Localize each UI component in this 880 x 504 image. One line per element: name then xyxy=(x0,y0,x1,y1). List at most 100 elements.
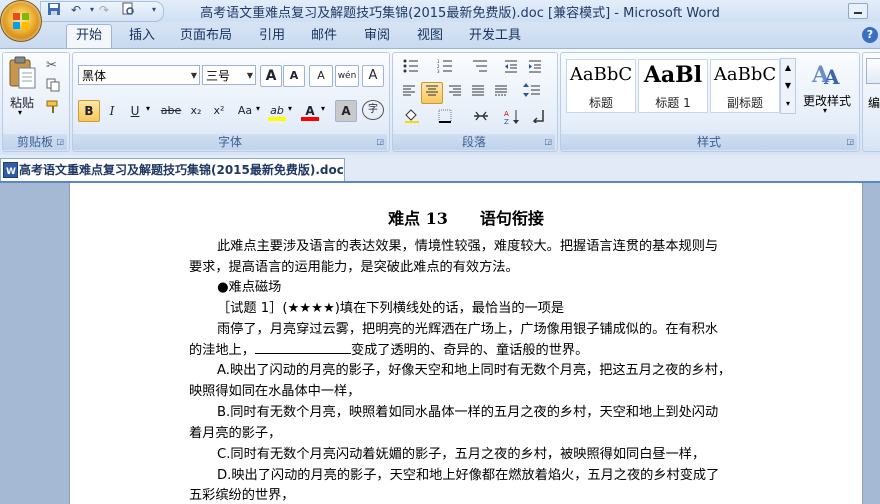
print-preview-icon[interactable] xyxy=(120,2,136,18)
enclose-characters-label: 字 xyxy=(368,104,378,115)
grow-font-button[interactable]: A xyxy=(260,65,282,87)
highlight-dropdown-icon[interactable]: ▾ xyxy=(288,104,292,113)
highlight-button[interactable]: ab xyxy=(265,100,289,122)
bullets-icon xyxy=(403,59,418,73)
distributed-button[interactable] xyxy=(490,82,512,104)
paint-bucket-icon xyxy=(405,109,419,123)
line-spacing-button[interactable] xyxy=(516,82,548,104)
clear-formatting-label: A xyxy=(317,69,325,82)
phonetic-guide-button[interactable]: wén xyxy=(335,65,359,87)
font-size-combo[interactable]: 三号 ▼ xyxy=(202,65,256,85)
style-name: 副标题 xyxy=(726,96,763,110)
character-shading-button[interactable]: A xyxy=(335,100,357,122)
borders-button[interactable] xyxy=(430,108,460,130)
format-painter-icon[interactable] xyxy=(46,100,60,114)
dialog-launcher-icon[interactable]: ◲ xyxy=(376,134,384,150)
help-icon[interactable]: ? xyxy=(862,27,878,43)
customize-toolbar-icon[interactable]: ▾ xyxy=(146,2,162,18)
dialog-launcher-icon[interactable]: ◲ xyxy=(56,134,64,150)
tab-references[interactable]: 引用 xyxy=(250,26,294,46)
change-case-dropdown-icon[interactable]: ▾ xyxy=(256,104,260,113)
style-name: 标题 xyxy=(588,96,613,110)
character-border-label: A xyxy=(368,68,378,83)
style-tile-heading-1[interactable]: AaBl 标题 1 xyxy=(638,59,708,113)
undo-icon[interactable]: ↶ xyxy=(68,2,84,18)
change-styles-button[interactable]: A A 更改样式 ▾ xyxy=(798,56,856,116)
superscript-button[interactable]: x² xyxy=(208,100,230,122)
chinese-layout-button[interactable] xyxy=(466,108,496,130)
underline-dropdown-icon[interactable]: ▾ xyxy=(146,104,150,113)
superscript-label: x² xyxy=(213,104,225,117)
align-left-button[interactable] xyxy=(398,82,420,104)
minimize-button[interactable] xyxy=(848,3,868,19)
font-name-combo[interactable]: 黑体 ▼ xyxy=(78,65,200,85)
increase-indent-button[interactable] xyxy=(524,58,546,80)
redo-icon[interactable]: ↷ xyxy=(96,2,112,18)
tab-page-layout[interactable]: 页面布局 xyxy=(176,26,236,46)
editing-label[interactable]: 编 xyxy=(868,94,880,111)
paste-button[interactable]: 粘贴 ▾ xyxy=(6,56,38,117)
underline-button[interactable]: U xyxy=(124,100,146,122)
underline-label: U xyxy=(130,104,140,118)
decrease-indent-button[interactable] xyxy=(500,58,522,80)
bullets-button[interactable] xyxy=(398,58,424,80)
paragraph-label-text: 段落 xyxy=(461,135,486,149)
font-color-button[interactable]: A xyxy=(298,100,322,122)
distributed-icon xyxy=(495,85,507,96)
tab-insert[interactable]: 插入 xyxy=(120,26,164,46)
shrink-font-button[interactable]: A xyxy=(283,65,305,87)
save-icon[interactable] xyxy=(46,2,62,18)
more-styles-icon[interactable]: ▾ xyxy=(781,95,795,112)
clipboard-group-label: 剪贴板 ◲ xyxy=(3,134,67,150)
scroll-up-icon[interactable]: ▲ xyxy=(781,59,795,76)
tab-review[interactable]: 审阅 xyxy=(355,26,399,46)
font-label-text: 字体 xyxy=(217,135,242,149)
paragraph-line-with-blank: 的洼地上， 变成了透明的、奇异的、童话般的世界。 xyxy=(189,341,749,361)
document-page[interactable]: 难点 13 语句衔接 此难点主要涉及语言的表达效果，情境性较强，难度较大。把握语… xyxy=(69,183,863,504)
change-case-button[interactable]: Aa xyxy=(232,100,258,122)
chinese-layout-icon xyxy=(474,111,488,121)
numbering-icon: 123 xyxy=(437,59,452,74)
strikethrough-button[interactable]: abe xyxy=(158,100,184,122)
align-right-button[interactable] xyxy=(444,82,466,104)
italic-button[interactable]: I xyxy=(101,100,123,122)
character-shading-label: A xyxy=(341,104,351,118)
tab-home[interactable]: 开始 xyxy=(66,24,112,49)
font-color-label: A xyxy=(305,104,315,118)
paragraph-line: 此难点主要涉及语言的表达效果，情境性较强，难度较大。把握语言连贯的基本规则与 xyxy=(217,239,719,254)
dialog-launcher-icon[interactable]: ◲ xyxy=(846,134,854,150)
multilevel-list-button[interactable] xyxy=(466,58,494,80)
enclose-characters-button[interactable]: 字 xyxy=(362,100,384,120)
find-icon[interactable] xyxy=(866,58,880,84)
style-tile-title[interactable]: AaBbC 标题 xyxy=(566,59,636,113)
window-title: 高考语文重难点复习及解题技巧集锦(2015最新免费版).doc [兼容模式] -… xyxy=(200,6,720,21)
shading-button[interactable] xyxy=(398,108,426,130)
styles-scroll: ▲ ▼ ▾ xyxy=(780,58,796,114)
justify-button[interactable] xyxy=(467,82,489,104)
tab-view[interactable]: 视图 xyxy=(408,26,452,46)
sort-button[interactable]: AZ xyxy=(500,108,524,130)
paragraph-line: ［试题 1］(★★★★)填在下列横线处的话，最恰当的一项是 xyxy=(217,301,565,316)
tab-mailings[interactable]: 邮件 xyxy=(302,26,346,46)
dialog-launcher-icon[interactable]: ◲ xyxy=(544,134,552,150)
scroll-down-icon[interactable]: ▼ xyxy=(781,77,795,94)
copy-icon[interactable] xyxy=(46,78,60,92)
show-marks-button[interactable] xyxy=(528,108,550,130)
clear-formatting-button[interactable]: A xyxy=(309,65,333,87)
font-color-dropdown-icon[interactable]: ▾ xyxy=(321,104,325,113)
option-d-line: 五彩缤纷的世界， xyxy=(189,488,295,503)
bold-button[interactable]: B xyxy=(78,100,100,122)
phonetic-guide-label: wén xyxy=(337,71,357,81)
tab-developer[interactable]: 开发工具 xyxy=(464,26,526,46)
font-group-label: 字体 ◲ xyxy=(73,134,387,150)
clipboard-label-text: 剪贴板 xyxy=(16,135,53,149)
character-border-button[interactable]: A xyxy=(362,65,384,87)
paragraph-line: ●难点磁场 xyxy=(217,280,282,295)
align-center-button[interactable] xyxy=(421,82,443,104)
subscript-button[interactable]: x₂ xyxy=(185,100,207,122)
style-tile-subtitle[interactable]: AaBbC 副标题 xyxy=(710,59,780,113)
numbering-button[interactable]: 123 xyxy=(432,58,458,80)
style-sample: AaBbC xyxy=(713,64,777,85)
office-button[interactable] xyxy=(0,0,42,42)
cut-icon[interactable]: ✂ xyxy=(46,58,57,73)
